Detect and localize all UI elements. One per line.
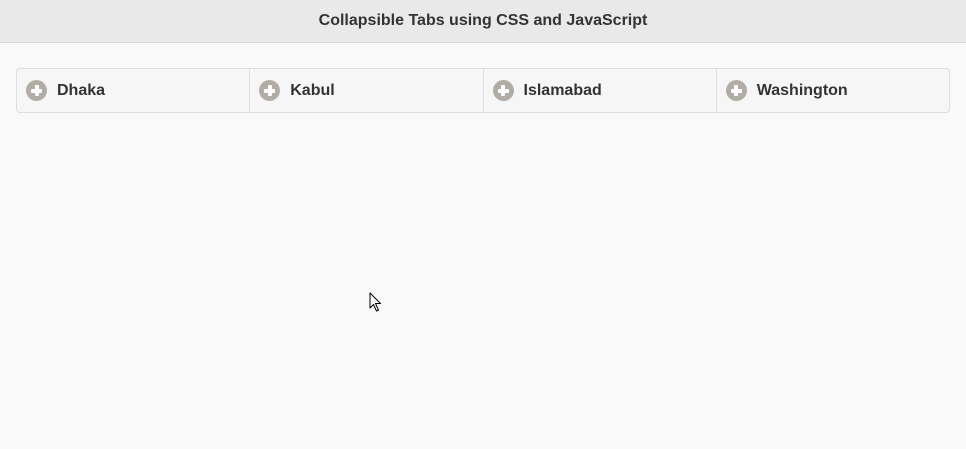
tab-label: Washington [756, 81, 848, 99]
plus-circle-icon [259, 80, 281, 101]
tab-label: Islamabad [523, 81, 602, 99]
plus-circle-icon [26, 80, 47, 101]
page-title: Collapsible Tabs using CSS and JavaScrip… [318, 12, 648, 29]
plus-circle-icon [725, 80, 747, 101]
tab-dhaka[interactable]: Dhaka [17, 69, 251, 112]
plus-circle-icon [492, 80, 514, 101]
tab-washington[interactable]: Washington [717, 69, 949, 112]
tab-kabul[interactable]: Kabul [250, 69, 484, 112]
collapsible-tabs: Dhaka Kabul Islamabad Washington [16, 68, 950, 113]
tab-islamabad[interactable]: Islamabad [484, 69, 717, 112]
mouse-cursor-icon [369, 292, 381, 312]
tab-label: Dhaka [57, 81, 106, 99]
page-header: Collapsible Tabs using CSS and JavaScrip… [0, 0, 966, 43]
tab-label: Kabul [290, 81, 335, 99]
